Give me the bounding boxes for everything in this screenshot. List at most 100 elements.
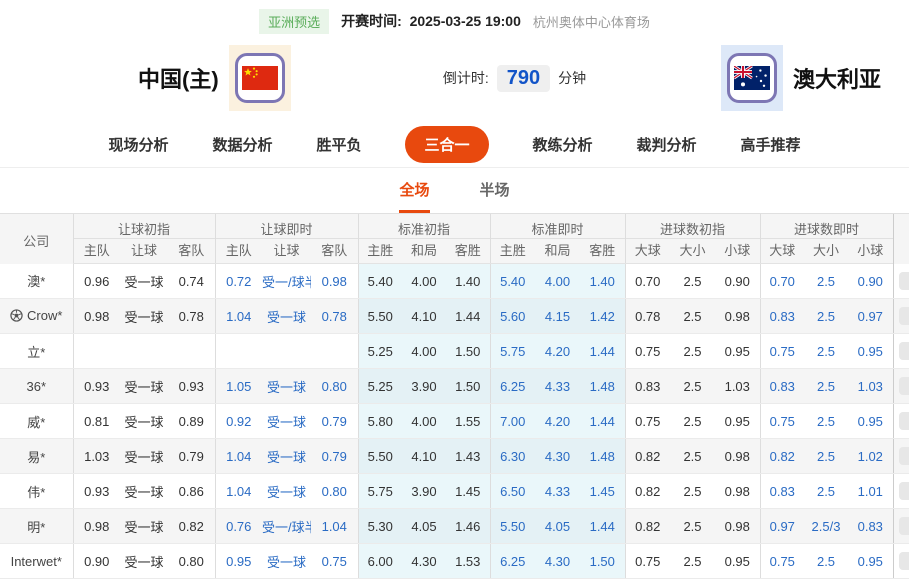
trend-button[interactable] xyxy=(899,412,909,430)
odds-cell: 1.45 xyxy=(580,474,625,509)
edge-cell xyxy=(893,369,909,404)
odds-cell: 4.00 xyxy=(535,264,580,299)
odds-cell: 1.04 xyxy=(215,474,262,509)
odds-cell: 0.78 xyxy=(625,299,670,334)
odds-cell: 0.75 xyxy=(625,404,670,439)
company-row: 明*0.98受一球0.820.76受一/球半1.045.304.051.465.… xyxy=(0,509,909,544)
company-cell[interactable]: 明* xyxy=(0,509,73,544)
nav-tab-5[interactable]: 裁判分析 xyxy=(637,134,697,155)
nav-tab-0[interactable]: 现场分析 xyxy=(108,134,168,155)
odds-cell: 0.75 xyxy=(625,334,670,369)
odds-cell: 0.75 xyxy=(311,544,358,579)
company-cell[interactable]: 立* xyxy=(0,334,73,369)
column-sub-2-2: 客胜 xyxy=(446,239,490,264)
company-cell[interactable]: 伟* xyxy=(0,474,73,509)
odds-cell: 0.75 xyxy=(760,404,804,439)
odds-cell: 4.05 xyxy=(402,509,446,544)
company-name: 立* xyxy=(27,342,45,361)
odds-cell xyxy=(215,334,262,369)
odds-cell: 0.80 xyxy=(168,544,215,579)
company-cell[interactable]: Interwet* xyxy=(0,544,73,579)
odds-cell: 2.5 xyxy=(670,334,715,369)
company-name: 威* xyxy=(27,412,45,431)
odds-cell: 0.98 xyxy=(73,509,120,544)
odds-cell: 5.40 xyxy=(358,264,402,299)
betting-odds-page: 亚洲预选 开赛时间: 2025-03-25 19:00 杭州奥体中心体育场 中国… xyxy=(0,0,909,586)
odds-cell: 4.10 xyxy=(402,299,446,334)
column-sub-2-0: 主胜 xyxy=(358,239,402,264)
odds-cell xyxy=(73,334,120,369)
trend-button[interactable] xyxy=(899,517,909,535)
trend-button[interactable] xyxy=(899,342,909,360)
company-cell[interactable]: Crow* xyxy=(0,299,73,334)
company-name: 澳* xyxy=(27,271,45,290)
odds-cell: 5.25 xyxy=(358,369,402,404)
odds-cell: 0.76 xyxy=(215,509,262,544)
odds-cell: 4.30 xyxy=(402,544,446,579)
odds-cell: 2.5 xyxy=(670,264,715,299)
kickoff-label: 开赛时间: xyxy=(341,13,402,29)
column-group-2: 标准初指 xyxy=(358,214,490,239)
odds-cell: 2.5 xyxy=(804,334,848,369)
odds-cell: 0.98 xyxy=(715,299,760,334)
company-cell[interactable]: 澳* xyxy=(0,264,73,299)
company-cell[interactable]: 威* xyxy=(0,404,73,439)
nav-tab-4[interactable]: 教练分析 xyxy=(533,134,593,155)
odds-cell: 0.97 xyxy=(848,299,893,334)
trend-button[interactable] xyxy=(899,447,909,465)
odds-cell: 2.5/3 xyxy=(804,509,848,544)
subtab-1[interactable]: 半场 xyxy=(480,179,510,213)
company-cell[interactable]: 36* xyxy=(0,369,73,404)
venue-label: 杭州奥体中心体育场 xyxy=(533,12,650,31)
company-row: Crow*0.98受一球0.781.04受一球0.785.504.101.445… xyxy=(0,299,909,334)
odds-cell: 3.90 xyxy=(402,474,446,509)
odds-cell: 0.95 xyxy=(848,544,893,579)
odds-cell: 受一球 xyxy=(262,474,311,509)
nav-tab-2[interactable]: 胜平负 xyxy=(316,134,361,155)
odds-cell: 受一/球半 xyxy=(262,509,311,544)
column-sub-5-0: 大球 xyxy=(760,239,804,264)
odds-cell: 0.90 xyxy=(73,544,120,579)
trend-button[interactable] xyxy=(899,272,909,290)
odds-cell: 2.5 xyxy=(804,439,848,474)
company-row: 易*1.03受一球0.791.04受一球0.795.504.101.436.30… xyxy=(0,439,909,474)
trend-button[interactable] xyxy=(899,482,909,500)
company-name: Crow* xyxy=(27,308,62,323)
subtab-0[interactable]: 全场 xyxy=(399,179,429,213)
trend-button[interactable] xyxy=(899,552,909,570)
odds-cell: 1.04 xyxy=(215,299,262,334)
odds-cell: 4.20 xyxy=(535,334,580,369)
odds-cell: 5.75 xyxy=(358,474,402,509)
odds-cell: 0.95 xyxy=(848,334,893,369)
edge-cell xyxy=(893,439,909,474)
trend-button[interactable] xyxy=(899,377,909,395)
trend-button[interactable] xyxy=(899,307,909,325)
nav-tab-3[interactable]: 三合一 xyxy=(405,126,488,163)
nav-tab-1[interactable]: 数据分析 xyxy=(212,134,272,155)
odds-cell: 5.80 xyxy=(358,404,402,439)
odds-cell: 0.95 xyxy=(215,544,262,579)
column-sub-0-2: 客队 xyxy=(168,239,215,264)
odds-cell: 2.5 xyxy=(670,439,715,474)
odds-cell: 2.5 xyxy=(670,474,715,509)
odds-cell: 4.30 xyxy=(535,439,580,474)
odds-cell: 6.00 xyxy=(358,544,402,579)
odds-cell: 1.43 xyxy=(446,439,490,474)
odds-cell: 4.30 xyxy=(535,544,580,579)
odds-cell: 0.70 xyxy=(625,264,670,299)
countdown-label: 倒计时: xyxy=(443,68,489,88)
company-name: 易* xyxy=(27,447,45,466)
column-sub-5-1: 大小 xyxy=(804,239,848,264)
odds-cell: 1.04 xyxy=(311,509,358,544)
nav-tab-6[interactable]: 高手推荐 xyxy=(741,134,801,155)
odds-cell: 1.46 xyxy=(446,509,490,544)
odds-cell: 0.95 xyxy=(715,404,760,439)
odds-cell: 5.50 xyxy=(490,509,535,544)
company-name: 伟* xyxy=(27,482,45,501)
company-cell[interactable]: 易* xyxy=(0,439,73,474)
odds-cell: 6.25 xyxy=(490,544,535,579)
odds-cell: 受一球 xyxy=(262,369,311,404)
column-group-4: 进球数初指 xyxy=(625,214,760,239)
odds-cell xyxy=(262,334,311,369)
league-badge[interactable]: 亚洲预选 xyxy=(259,9,329,34)
